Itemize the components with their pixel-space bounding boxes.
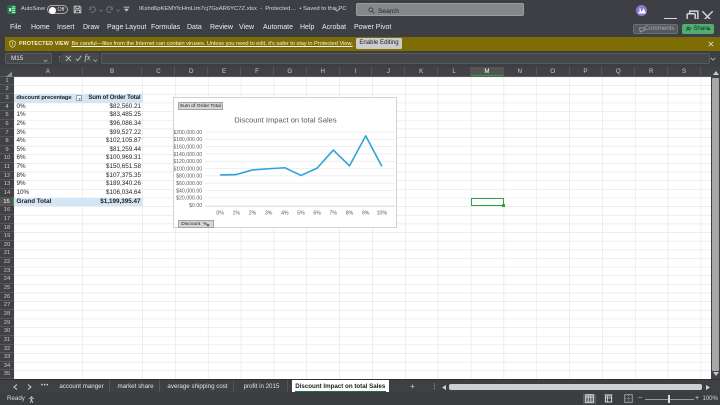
svg-text:$60,000.00: $60,000.00 bbox=[176, 181, 202, 187]
svg-text:1%: 1% bbox=[232, 210, 240, 216]
svg-text:$120,000.00: $120,000.00 bbox=[174, 159, 202, 165]
svg-text:Discount Impact on total Sales: Discount Impact on total Sales bbox=[234, 116, 337, 125]
svg-text:0%: 0% bbox=[216, 210, 224, 216]
svg-text:7%: 7% bbox=[329, 210, 337, 216]
svg-text:4%: 4% bbox=[281, 210, 289, 216]
svg-text:$40,000.00: $40,000.00 bbox=[176, 188, 202, 194]
svg-text:6%: 6% bbox=[313, 210, 321, 216]
svg-text:$140,000.00: $140,000.00 bbox=[174, 152, 202, 158]
svg-text:9%: 9% bbox=[362, 210, 370, 216]
svg-text:8%: 8% bbox=[346, 210, 354, 216]
svg-text:5%: 5% bbox=[297, 210, 305, 216]
svg-text:$80,000.00: $80,000.00 bbox=[176, 174, 202, 180]
svg-text:3%: 3% bbox=[265, 210, 273, 216]
svg-text:$200,000.00: $200,000.00 bbox=[174, 130, 202, 136]
svg-text:2%: 2% bbox=[249, 210, 257, 216]
svg-text:10%: 10% bbox=[376, 210, 387, 216]
svg-text:$20,000.00: $20,000.00 bbox=[176, 196, 202, 202]
svg-text:$180,000.00: $180,000.00 bbox=[174, 137, 202, 143]
svg-text:$160,000.00: $160,000.00 bbox=[174, 144, 202, 150]
svg-text:$100,000.00: $100,000.00 bbox=[174, 166, 202, 172]
svg-text:$0.00: $0.00 bbox=[189, 203, 202, 209]
